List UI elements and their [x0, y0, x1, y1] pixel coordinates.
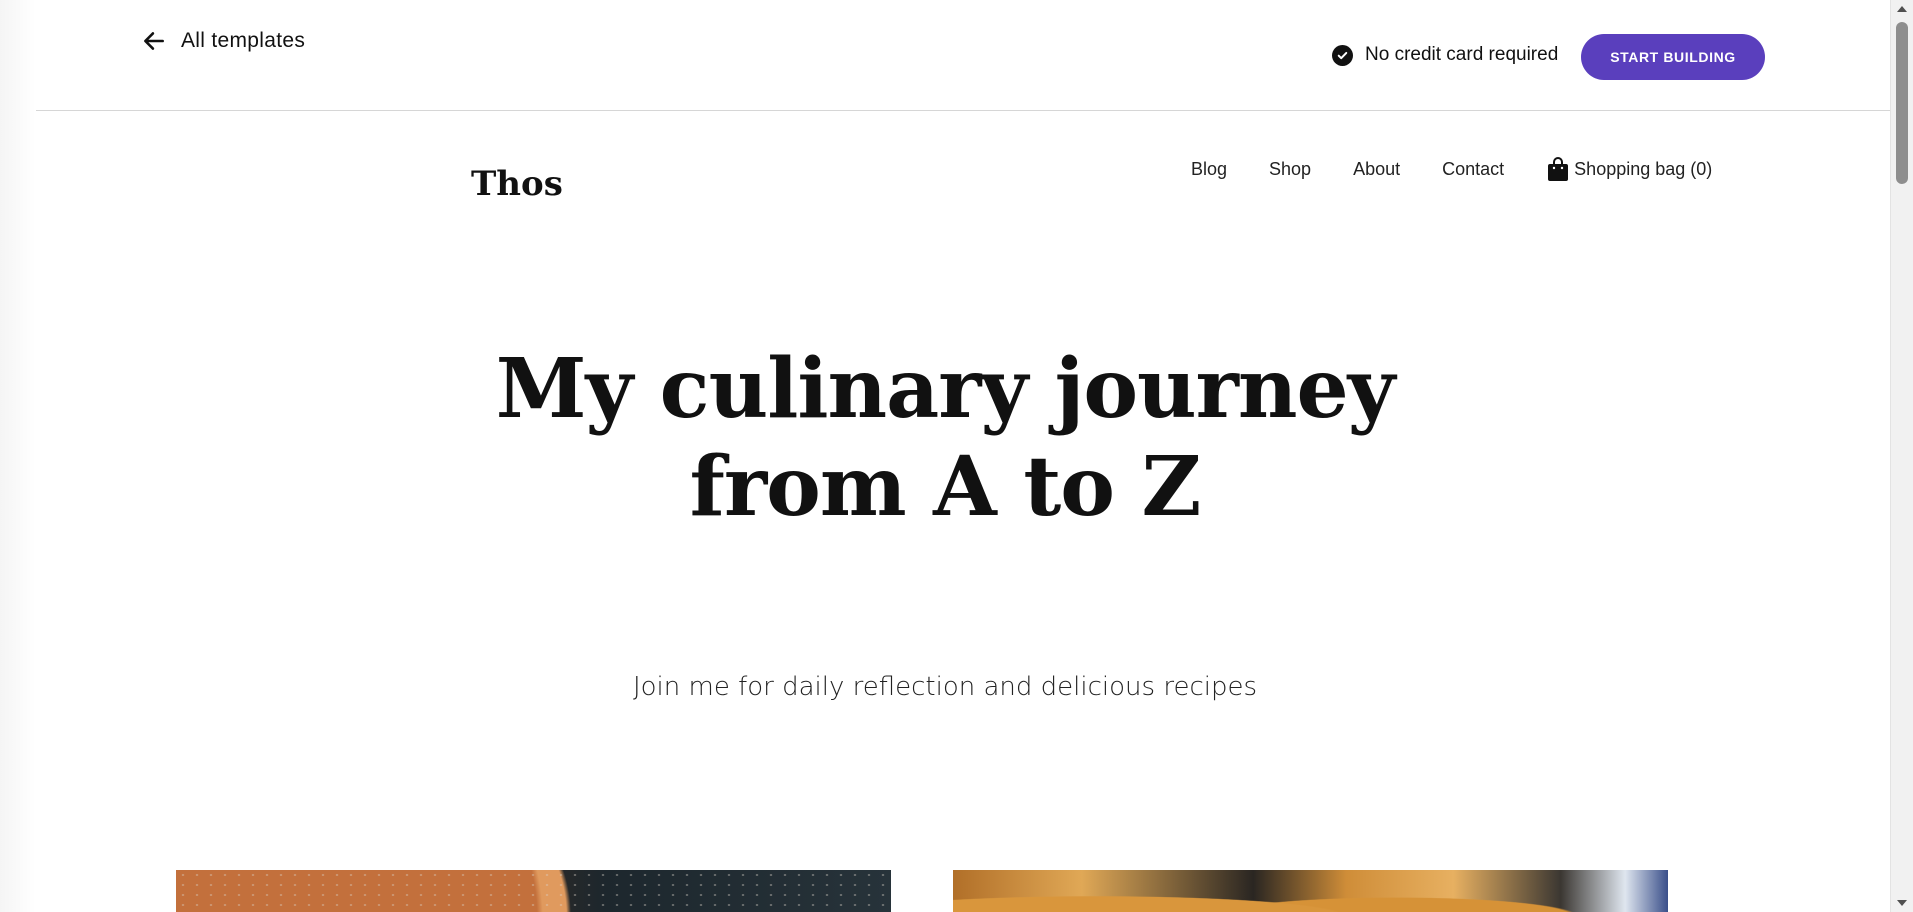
hero-title: My culinary journey from A to Z [0, 340, 1890, 536]
shopping-bag-icon [1548, 157, 1569, 181]
post-image-pastries[interactable] [953, 870, 1668, 912]
editor-top-bar: All templates No credit card required ST… [36, 0, 1890, 111]
page: All templates No credit card required ST… [0, 0, 1913, 912]
site-nav: Blog Shop About Contact Shopping bag (0) [1191, 152, 1712, 186]
page-scrollbar[interactable] [1890, 0, 1913, 912]
nav-shop[interactable]: Shop [1269, 159, 1311, 180]
hero-title-line-2: from A to Z [689, 439, 1202, 535]
shopping-bag-link[interactable]: Shopping bag (0) [1546, 156, 1712, 182]
hero-subtitle: Join me for daily reflection and delicio… [632, 672, 1258, 702]
all-templates-link[interactable]: All templates [141, 24, 305, 58]
scroll-down-arrow-icon[interactable] [1891, 894, 1913, 912]
no-credit-card-note: No credit card required [1332, 40, 1558, 70]
nav-blog[interactable]: Blog [1191, 159, 1227, 180]
nav-about[interactable]: About [1353, 159, 1400, 180]
check-circle-icon [1332, 44, 1353, 66]
hero-title-line-1: My culinary journey [495, 341, 1396, 437]
arrow-left-icon [144, 32, 164, 50]
shopping-bag-label: Shopping bag (0) [1574, 158, 1713, 179]
nav-contact[interactable]: Contact [1442, 159, 1504, 180]
no-credit-card-label: No credit card required [1365, 44, 1559, 65]
scrollbar-thumb[interactable] [1896, 22, 1908, 184]
scroll-up-arrow-icon[interactable] [1891, 0, 1913, 18]
post-image-bread[interactable] [176, 870, 891, 912]
site-logo[interactable]: Thos [471, 164, 563, 204]
all-templates-label: All templates [181, 29, 306, 52]
start-building-button[interactable]: START BUILDING [1581, 34, 1765, 80]
